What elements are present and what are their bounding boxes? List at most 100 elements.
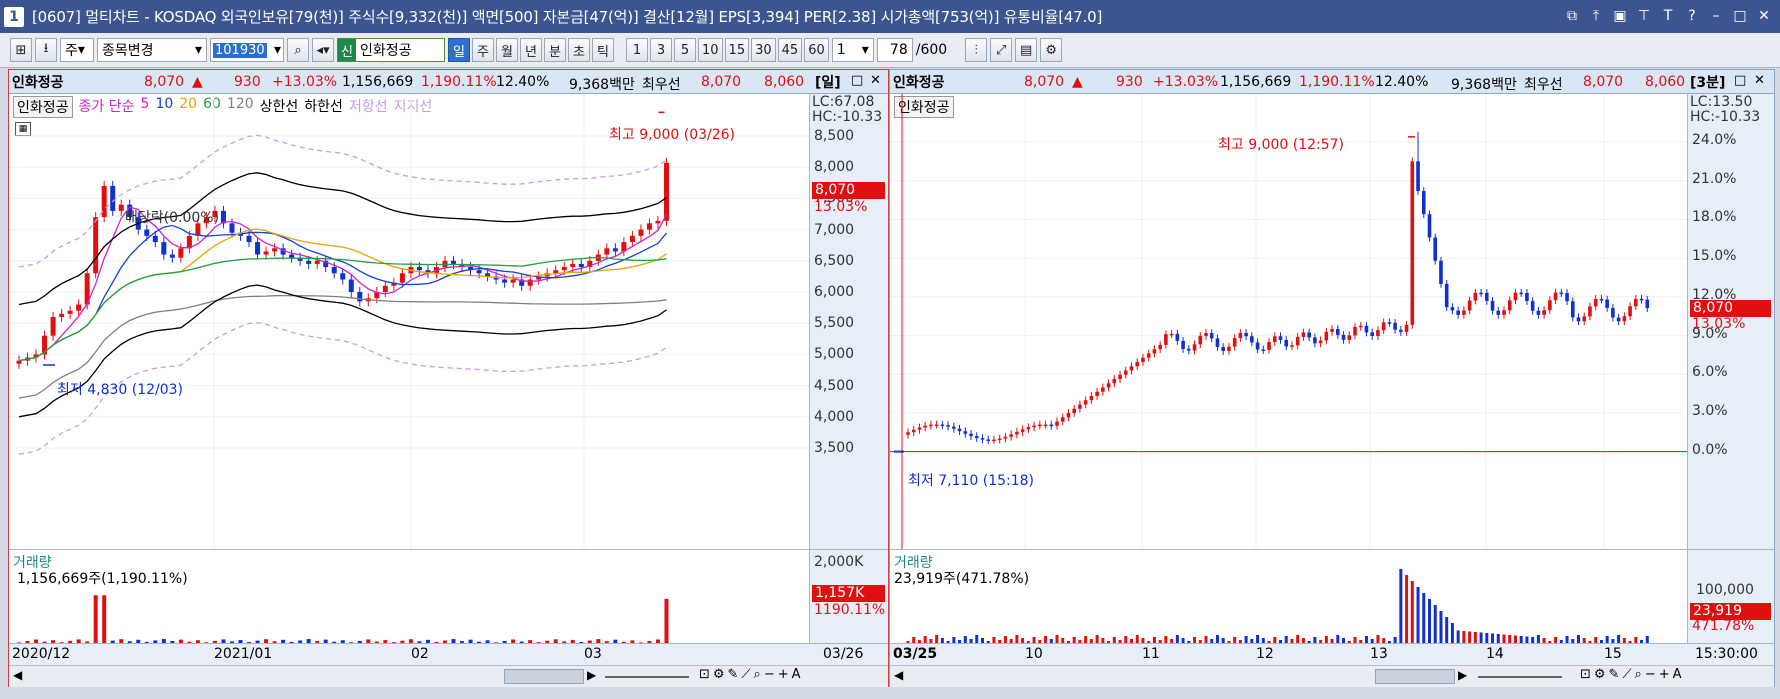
chart-tool-icons[interactable]: ⊡⚙✎⟋⌕−+A: [699, 667, 804, 682]
period-label: [일]: [815, 75, 841, 91]
zoom-slider[interactable]: [1478, 676, 1562, 678]
volume-bar: [664, 598, 669, 644]
chevron-down-icon: ▾: [273, 42, 281, 58]
price-y-axis: LC:67.08 HC:-10.33 8,5008,0007,5007,0006…: [809, 94, 888, 549]
price-chart-area[interactable]: 인화정공 최고 9,000 (12:57) 최저 7,110 (15:18): [890, 94, 1687, 549]
interval-button[interactable]: 15: [724, 38, 750, 62]
interval-button[interactable]: 10: [698, 38, 723, 62]
candle-body: [1353, 326, 1357, 336]
search-icon[interactable]: ⌕: [287, 38, 309, 62]
candle-body: [1278, 336, 1283, 340]
interval-button[interactable]: 5: [674, 38, 696, 62]
compare-icon[interactable]: ⫶: [965, 38, 988, 62]
candle-body: [1112, 378, 1117, 384]
candle-body: [510, 279, 516, 283]
interval-button[interactable]: 60: [804, 38, 829, 62]
tile-icon[interactable]: ▣: [1610, 6, 1630, 26]
settings-gear-icon[interactable]: ⚙: [1040, 38, 1063, 62]
stock-code-input[interactable]: 101930 ▾: [210, 38, 284, 62]
period-tab[interactable]: 년: [520, 38, 542, 62]
price-chart-area[interactable]: 인화정공 종가 단순 5 10 20 60 120 상한선 하한선 저항선 지지…: [9, 94, 809, 549]
layout-icon[interactable]: ⊞: [10, 38, 32, 62]
interval-button[interactable]: 1: [626, 38, 648, 62]
minimize-icon[interactable]: –: [1706, 6, 1726, 26]
search-mode-value: 종목변경: [102, 43, 154, 59]
unit-select[interactable]: 주 ▾: [60, 38, 94, 62]
chart-tool-icons[interactable]: ⊡⚙✎⟋⌕−+A: [1580, 667, 1685, 682]
candle-body: [1410, 161, 1415, 325]
font-icon[interactable]: T: [1658, 6, 1678, 26]
volume-bar: [1439, 611, 1443, 644]
period-tab[interactable]: 틱: [592, 38, 614, 62]
scroll-left-icon[interactable]: ◀: [13, 668, 22, 682]
scroll-right-icon[interactable]: ▶: [587, 668, 596, 682]
interval-select[interactable]: 1 ▾: [831, 38, 874, 62]
candle-body: [1370, 332, 1374, 337]
turnover: 12.40%: [496, 74, 550, 90]
close-icon[interactable]: ✕: [1754, 73, 1765, 88]
search-mode-select[interactable]: 종목변경 ▾: [97, 38, 207, 62]
candle-body: [1559, 292, 1564, 295]
period-tab[interactable]: 월: [496, 38, 518, 62]
candle-body: [93, 217, 99, 274]
change-percent: +13.03%: [1153, 74, 1219, 90]
period-tabs: 일주월년분초틱: [448, 38, 614, 62]
period-tab[interactable]: 주: [472, 38, 494, 62]
current-price: 8,070: [1024, 74, 1065, 90]
candle-body: [992, 439, 996, 442]
stock-name-value: 인화정공: [359, 43, 412, 59]
candle-body: [1083, 400, 1088, 405]
scroll-thumb[interactable]: [1375, 669, 1455, 684]
candle-body: [1599, 298, 1604, 301]
x-end-label: 03/26: [823, 646, 864, 662]
volume-chart-area[interactable]: 거래량 1,156,669주(1,190.11%): [9, 549, 809, 644]
candle-body: [934, 424, 939, 427]
maximize-icon[interactable]: □: [1734, 73, 1746, 88]
y-tick-label: 21.0%: [1692, 170, 1737, 187]
candle-body: [1399, 329, 1403, 332]
candle-body: [1049, 424, 1054, 427]
scroll-left-icon[interactable]: ◀: [894, 668, 903, 682]
daily-candle-chart: [9, 94, 809, 549]
candle-body: [314, 260, 320, 264]
link-icon[interactable]: ⧉: [1562, 6, 1582, 26]
close-icon[interactable]: ✕: [1754, 6, 1774, 26]
volume-tag: 1,157K: [812, 585, 885, 602]
indicator-icon[interactable]: ⤢: [990, 38, 1013, 62]
period-tab[interactable]: 일: [448, 38, 470, 62]
download-icon[interactable]: ⭳: [35, 38, 57, 62]
scroll-right-icon[interactable]: ▶: [1458, 668, 1467, 682]
prev-next-icon[interactable]: ◂▾: [312, 38, 334, 62]
chart-scrollbar[interactable]: ◀ ▶ ⊡⚙✎⟋⌕−+A: [9, 665, 888, 687]
period-tab[interactable]: 초: [568, 38, 590, 62]
interval-button[interactable]: 45: [777, 38, 803, 62]
candle-body: [1141, 357, 1145, 362]
maximize-icon[interactable]: □: [1730, 6, 1750, 26]
scroll-thumb[interactable]: [504, 669, 584, 684]
window-title: [0607] 멀티차트 - KOSDAQ 외국인보유[79(천)] 주식수[9,…: [32, 8, 1103, 26]
save-icon[interactable]: ▤: [1015, 38, 1038, 62]
stock-name-field[interactable]: 신 인화정공: [337, 38, 445, 62]
close-icon[interactable]: ✕: [870, 73, 881, 88]
pin-icon[interactable]: ⤒: [1586, 6, 1606, 26]
maximize-icon[interactable]: □: [851, 73, 863, 88]
y-tick-label: 5,000: [814, 346, 855, 363]
zoom-slider[interactable]: [605, 676, 689, 678]
volume-chart-area[interactable]: 거래량 23,919주(471.78%): [890, 549, 1687, 644]
lc-label: LC:67.08: [812, 94, 875, 110]
change-percent: +13.03%: [272, 74, 338, 90]
chart-scrollbar[interactable]: ◀ ▶ ⊡⚙✎⟋⌕−+A: [890, 665, 1774, 687]
candle-body: [1479, 292, 1483, 295]
chevron-down-icon: ▾: [194, 42, 202, 58]
x-label: 11: [1142, 646, 1160, 662]
interval-button[interactable]: 30: [751, 38, 776, 62]
interval-button[interactable]: 3: [650, 38, 672, 62]
help-icon[interactable]: ?: [1682, 6, 1702, 26]
candle-body: [980, 438, 985, 440]
candle-body: [1324, 331, 1329, 341]
data-count-input[interactable]: 78: [876, 38, 913, 62]
volume: 1,156,669: [1220, 74, 1292, 90]
period-tab[interactable]: 분: [544, 38, 566, 62]
stay-on-top-icon[interactable]: ⊤: [1634, 6, 1654, 26]
daily-volume-bars: [17, 595, 669, 644]
